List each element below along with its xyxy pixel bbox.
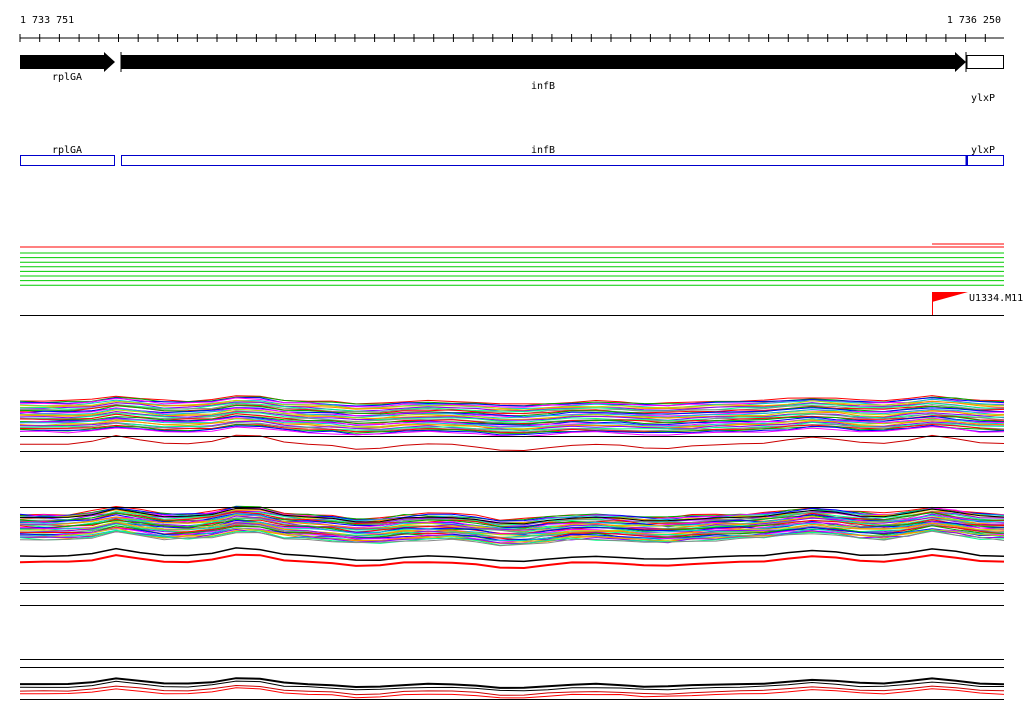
genome-browser-view: 1 733 751 1 736 250 rplGA infB ylxP rplG… [19, 15, 1023, 700]
annotation-box-rplGA[interactable] [20, 155, 115, 166]
ruler-start-label: 1 733 751 [20, 15, 74, 26]
read-track: U1334.M11 [20, 243, 1023, 316]
annotation-label-ylxP: ylxP [971, 145, 995, 156]
feature-flag-icon[interactable] [932, 292, 968, 302]
feature-marker-label: U1334.M11 [969, 293, 1023, 304]
annotation-track: rplGA infB ylxP [20, 145, 1004, 166]
annotation-box-infB[interactable] [121, 155, 967, 166]
expression-profile-track-3 [19, 659, 1005, 700]
gene-label-rplGA: rplGA [52, 72, 82, 83]
gene-arrow-infB[interactable] [121, 52, 966, 72]
gene-box-ylxP[interactable] [966, 55, 1004, 69]
gene-arrow-rplGA[interactable] [20, 52, 115, 72]
gene-label-ylxP: ylxP [971, 93, 995, 104]
gene-label-infB: infB [531, 81, 555, 92]
expression-profile-track-2 [19, 505, 1005, 606]
annotation-box-ylxP[interactable] [967, 155, 1004, 166]
coordinate-ruler: 1 733 751 1 736 250 [19, 15, 1004, 42]
gene-track: rplGA infB ylxP [20, 52, 1004, 104]
expression-profile-track-1 [19, 395, 1005, 452]
ruler-end-label: 1 736 250 [947, 15, 1001, 26]
annotation-label-infB: infB [531, 145, 555, 156]
forward-read-lines [20, 252, 1004, 286]
expression-profile-line [19, 434, 1005, 452]
expression-profile-line [20, 687, 1005, 699]
annotation-label-rplGA: rplGA [52, 145, 82, 156]
